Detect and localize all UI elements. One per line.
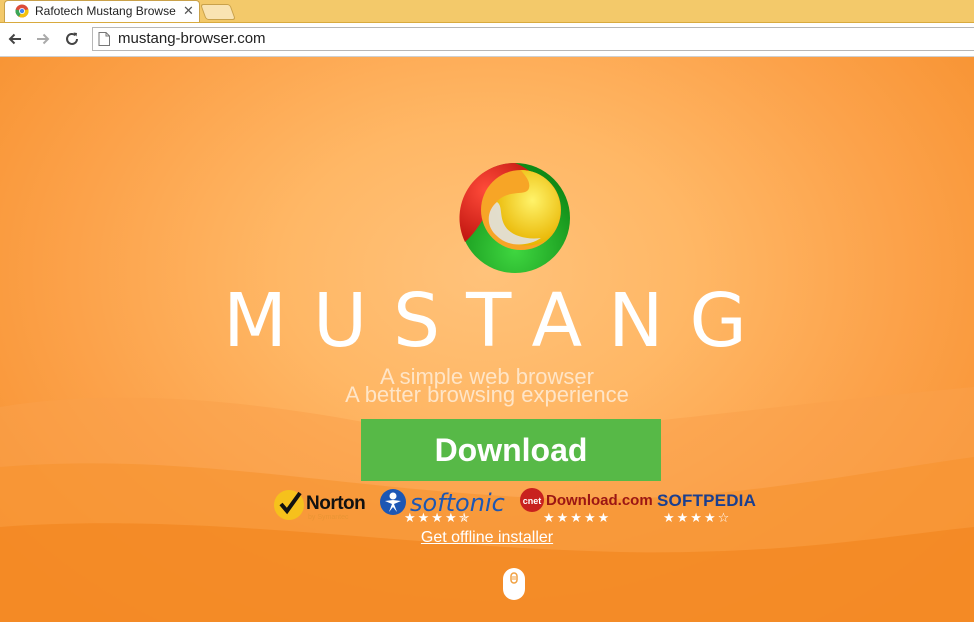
softonic-rating-stars: ★★★★✯ [404,510,472,525]
offline-installer-link[interactable]: Get offline installer [0,529,974,547]
cnet-label: Download.com [546,492,653,509]
tagline-2: A better browsing experience [345,382,629,407]
softpedia-label: SOFTPEDIA [657,491,757,510]
cnet-logo-text: cnet [523,496,542,506]
cnet-rating-stars: ★★★★★ [543,510,612,525]
new-tab-button[interactable] [200,4,236,20]
tab-title: Rafotech Mustang Browse [35,4,176,18]
back-icon[interactable] [6,30,24,48]
softonic-badge: softonic ★★★★✯ [378,487,508,527]
landing-page: MUSTANG A simple web browser A better br… [0,57,974,622]
tab-strip: Rafotech Mustang Browse ✕ [0,0,974,23]
browser-tab[interactable]: Rafotech Mustang Browse ✕ [4,0,200,22]
norton-badge: Norton by Symantec [272,487,372,527]
page-icon [98,32,110,46]
url-text: mustang-browser.com [118,30,266,47]
address-bar[interactable]: mustang-browser.com [92,27,974,51]
mouse-scroll-icon[interactable] [502,567,526,601]
browser-toolbar: mustang-browser.com [0,23,974,57]
reload-icon[interactable] [63,30,81,48]
forward-icon[interactable] [34,30,52,48]
chrome-favicon-icon [15,4,29,18]
softpedia-badge: SOFTPEDIA ★★★★☆ [657,487,767,527]
norton-check-icon [272,487,306,521]
norton-subtext: by Symantec [308,514,349,521]
norton-label: Norton [306,493,366,514]
download-button[interactable]: Download [361,419,661,481]
mustang-logo [457,158,573,274]
brand-title: MUSTANG [223,278,773,364]
cnet-badge: cnet Download.com ★★★★★ [519,487,653,527]
close-icon[interactable]: ✕ [183,3,194,19]
cnet-icon: cnet [519,487,545,513]
softpedia-rating-stars: ★★★★☆ [663,510,732,525]
